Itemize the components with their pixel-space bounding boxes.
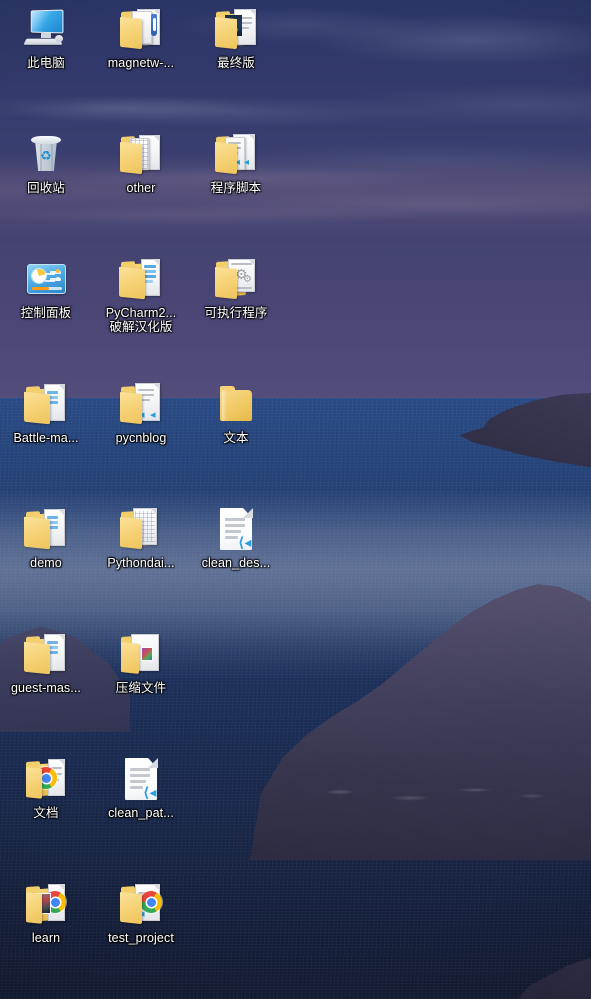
folder-open-icon: ◂ bbox=[117, 880, 165, 928]
icon-label: learn bbox=[31, 931, 61, 945]
icon-label: clean_pat... bbox=[108, 806, 174, 820]
desktop-icon-control-panel[interactable]: 控制面板 bbox=[3, 255, 89, 329]
icon-label: 可执行程序 bbox=[204, 306, 268, 320]
folder-open-icon bbox=[22, 755, 70, 803]
desktop-icon-other[interactable]: other bbox=[98, 130, 184, 204]
icon-label: 此电脑 bbox=[27, 56, 65, 70]
folder-open-icon: ◂ ◂ bbox=[212, 130, 260, 178]
desktop-icon-learn[interactable]: learn bbox=[3, 880, 89, 954]
folder-open-icon bbox=[22, 630, 70, 678]
folder-open-icon bbox=[117, 255, 165, 303]
icon-label: 最终版 bbox=[217, 56, 255, 70]
icon-label: PyCharm2... 破解汉化版 bbox=[105, 306, 177, 334]
icon-label: Battle-ma... bbox=[13, 431, 79, 445]
desktop-icon-pycnblog[interactable]: ◂ ◂ pycnblog bbox=[98, 380, 184, 454]
desktop-icon-grid[interactable]: 此电脑 magnetw-... 最终版 ♻ 回收站 other ◂ ◂ 程序脚本… bbox=[0, 0, 285, 999]
icon-label: demo bbox=[30, 556, 62, 570]
desktop[interactable]: 此电脑 magnetw-... 最终版 ♻ 回收站 other ◂ ◂ 程序脚本… bbox=[0, 0, 591, 999]
folder-open-icon bbox=[22, 380, 70, 428]
folder-open-icon: ⚙ ⚙ bbox=[212, 255, 260, 303]
desktop-icon-battle-ma[interactable]: Battle-ma... bbox=[3, 380, 89, 454]
desktop-icon-text[interactable]: 文本 bbox=[193, 380, 279, 454]
desktop-icon-documents[interactable]: 文档 bbox=[3, 755, 89, 829]
icon-label: 回收站 bbox=[27, 181, 65, 195]
vscode-file-icon: ⟨◂ bbox=[212, 505, 260, 553]
icon-label: magnetw-... bbox=[107, 56, 175, 70]
folder-open-icon: ◂ ◂ bbox=[117, 380, 165, 428]
icon-label: guest-mas... bbox=[11, 681, 81, 695]
desktop-icon-archive-files[interactable]: 压缩文件 bbox=[98, 630, 184, 704]
folder-open-icon bbox=[117, 505, 165, 553]
icon-label: pycnblog bbox=[115, 431, 167, 445]
desktop-icon-demo[interactable]: demo bbox=[3, 505, 89, 579]
desktop-icon-pycharm[interactable]: PyCharm2... 破解汉化版 bbox=[98, 255, 184, 334]
folder-open-icon bbox=[117, 5, 165, 53]
desktop-icon-clean-des[interactable]: ⟨◂ clean_des... bbox=[193, 505, 279, 579]
computer-icon bbox=[22, 5, 70, 53]
desktop-icon-this-pc[interactable]: 此电脑 bbox=[3, 5, 89, 79]
icon-label: clean_des... bbox=[201, 556, 271, 570]
icon-label: 文本 bbox=[223, 431, 249, 445]
desktop-icon-program-script[interactable]: ◂ ◂ 程序脚本 bbox=[193, 130, 279, 204]
icon-label: 控制面板 bbox=[20, 306, 72, 320]
folder-open-icon bbox=[22, 505, 70, 553]
icon-label: other bbox=[126, 181, 156, 195]
icon-label: 文档 bbox=[33, 806, 59, 820]
desktop-icon-magnetw[interactable]: magnetw-... bbox=[98, 5, 184, 79]
folder-open-icon bbox=[117, 630, 165, 678]
recycle-bin-icon: ♻ bbox=[22, 130, 70, 178]
desktop-icon-final-version[interactable]: 最终版 bbox=[193, 5, 279, 79]
icon-label: Pythondai... bbox=[107, 556, 175, 570]
folder-closed-icon bbox=[212, 380, 260, 428]
icon-label: 程序脚本 bbox=[210, 181, 262, 195]
desktop-icon-pythondai[interactable]: Pythondai... bbox=[98, 505, 184, 579]
desktop-icon-recycle-bin[interactable]: ♻ 回收站 bbox=[3, 130, 89, 204]
desktop-icon-guest-mas[interactable]: guest-mas... bbox=[3, 630, 89, 704]
folder-open-icon bbox=[22, 880, 70, 928]
folder-open-icon bbox=[117, 130, 165, 178]
icon-label: test_project bbox=[108, 931, 174, 945]
desktop-icon-executables[interactable]: ⚙ ⚙ 可执行程序 bbox=[193, 255, 279, 329]
icon-label: 压缩文件 bbox=[115, 681, 167, 695]
vscode-file-icon: ⟨◂ bbox=[117, 755, 165, 803]
control-panel-icon bbox=[22, 255, 70, 303]
desktop-icon-test-project[interactable]: ◂ test_project bbox=[98, 880, 184, 954]
desktop-icon-clean-pat[interactable]: ⟨◂ clean_pat... bbox=[98, 755, 184, 829]
folder-open-icon bbox=[212, 5, 260, 53]
